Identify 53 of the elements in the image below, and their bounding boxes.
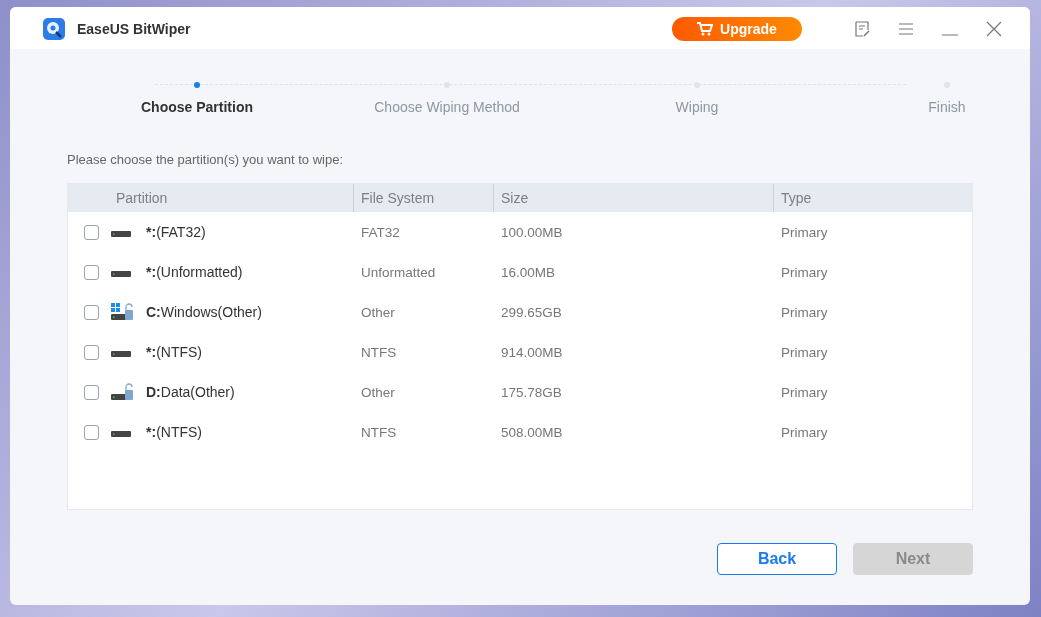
checkbox[interactable] [84, 304, 99, 320]
table-cell-text: 914.00MB [500, 344, 564, 360]
drive-icon [111, 271, 131, 277]
checkbox[interactable] [84, 424, 99, 440]
checkbox[interactable] [84, 384, 99, 400]
menu-icon[interactable] [898, 21, 914, 37]
column-header: Partition [115, 189, 169, 208]
partition-name: *:(FAT32) [146, 224, 206, 240]
column-header: Type [773, 184, 972, 212]
upgrade-button[interactable]: Upgrade [672, 17, 802, 41]
nav-button[interactable]: Back [717, 543, 837, 575]
table-cell-text: Primary [780, 424, 829, 440]
step-label: Finish [928, 99, 966, 115]
table-cell-text: Primary [780, 344, 829, 360]
feedback-icon[interactable] [854, 21, 870, 37]
partition-name: C:Windows(Other) [146, 304, 262, 320]
table-cell-text: Primary [780, 304, 829, 320]
drive-icon [111, 351, 131, 357]
table-cell-text: 508.00MB [500, 424, 564, 440]
drive-icon [111, 431, 131, 437]
checkbox[interactable] [84, 224, 99, 240]
partition-name: *:(Unformatted) [146, 264, 243, 280]
instruction-text: Please choose the partition(s) you want to wipe: [67, 152, 345, 167]
windows-drive-lock-icon [111, 302, 133, 322]
table-cell-text: Other [360, 384, 396, 400]
drive-icon [111, 231, 131, 237]
table-cell-text: Other [360, 304, 396, 320]
table-cell-text: Unformatted [360, 264, 437, 280]
table-cell-text: Primary [780, 264, 829, 280]
step-label: Choose Partition [141, 99, 253, 115]
step-label: Choose Wiping Method [374, 99, 520, 115]
checkbox[interactable] [84, 264, 99, 280]
checkbox[interactable] [84, 344, 99, 360]
step-label: Wiping [675, 99, 719, 115]
table-cell-text: 299.65GB [500, 304, 563, 320]
column-header: File System [353, 184, 493, 212]
locked-drive-icon [111, 382, 133, 402]
app-logo-icon [43, 18, 65, 40]
table-cell-text: 100.00MB [500, 224, 564, 240]
partition-name: *:(NTFS) [146, 344, 202, 360]
table-cell-text: Primary [780, 224, 829, 240]
close-icon[interactable] [986, 21, 1002, 37]
partition-name: D:Data(Other) [146, 384, 235, 400]
column-header: Size [493, 184, 773, 212]
table-cell-text: 175.78GB [500, 384, 563, 400]
window-title: EaseUS BitWiper [77, 21, 191, 37]
table-cell-text: 16.00MB [500, 264, 557, 280]
table-cell-text: NTFS [360, 424, 398, 440]
table-cell-text: NTFS [360, 344, 398, 360]
cart-icon [697, 22, 714, 36]
partition-name: *:(NTFS) [146, 424, 202, 440]
table-cell-text: FAT32 [360, 224, 401, 240]
table-cell-text: Primary [780, 384, 829, 400]
